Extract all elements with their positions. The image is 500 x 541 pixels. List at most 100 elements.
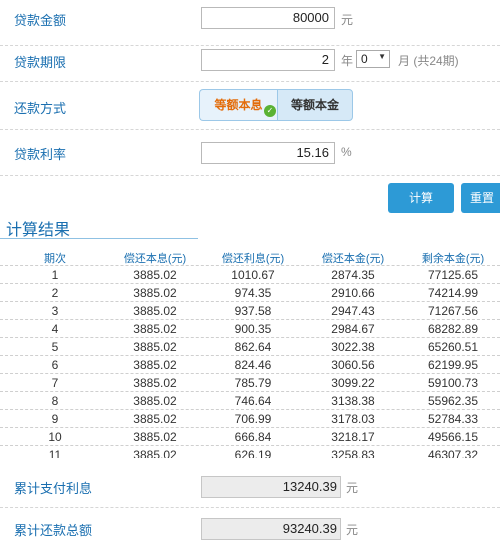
method-equal-principal-label: 等额本金 [290, 98, 339, 112]
cell-remaining: 55962.35 [427, 394, 479, 408]
cell-remaining: 68282.89 [427, 322, 479, 336]
cell-interest: 1010.67 [231, 268, 275, 282]
cell-period: 2 [51, 286, 59, 300]
header-remaining: 剩余本金(元) [421, 253, 485, 265]
cell-interest: 706.99 [234, 412, 272, 426]
check-icon: ✓ [264, 105, 276, 117]
cell-interest: 937.58 [234, 304, 272, 318]
cell-interest: 900.35 [234, 322, 272, 336]
cell-principal: 3178.03 [331, 412, 375, 426]
cell-period: 10 [48, 430, 62, 444]
table-row: 3 3885.02 937.58 2947.43 71267.56 [0, 302, 500, 320]
header-interest: 偿还利息(元) [221, 253, 285, 265]
cell-principal: 2910.66 [331, 286, 375, 300]
cell-principal: 3022.38 [331, 340, 375, 354]
reset-button[interactable]: 重置 [461, 183, 500, 213]
total-repayment-unit: 元 [346, 523, 359, 537]
total-interest-label: 累计支付利息 [14, 481, 93, 496]
method-equal-installment-button[interactable]: 等额本息 ✓ [199, 89, 277, 121]
cell-period: 7 [51, 376, 59, 390]
cell-payment: 3885.02 [133, 304, 177, 318]
cell-interest: 974.35 [234, 286, 272, 300]
total-repayment-label: 累计还款总额 [14, 523, 93, 538]
interest-rate-unit: % [341, 145, 352, 159]
results-title: 计算结果 [6, 222, 71, 239]
loan-term-months-select[interactable]: 0 ▼ [356, 50, 390, 68]
cell-principal: 3258.83 [331, 448, 375, 458]
cell-period: 4 [51, 322, 59, 336]
cell-period: 8 [51, 394, 59, 408]
cell-interest: 785.79 [234, 376, 272, 390]
cell-period: 9 [51, 412, 59, 426]
table-row: 8 3885.02 746.64 3138.38 55962.35 [0, 392, 500, 410]
cell-interest: 666.84 [234, 430, 272, 444]
cell-principal: 3218.17 [331, 430, 375, 444]
cell-interest: 746.64 [234, 394, 272, 408]
cell-principal: 2874.35 [331, 268, 375, 282]
table-row: 6 3885.02 824.46 3060.56 62199.95 [0, 356, 500, 374]
cell-principal: 2947.43 [331, 304, 375, 318]
cell-payment: 3885.02 [133, 286, 177, 300]
table-row: 9 3885.02 706.99 3178.03 52784.33 [0, 410, 500, 428]
cell-principal: 2984.67 [331, 322, 375, 336]
cell-period: 5 [51, 340, 59, 354]
header-period: 期次 [44, 253, 66, 265]
results-title-underline [0, 238, 198, 239]
cell-interest: 824.46 [234, 358, 272, 372]
method-equal-principal-button[interactable]: 等额本金 [277, 89, 353, 121]
results-table-body[interactable]: 1 3885.02 1010.67 2874.35 77125.65 2 388… [0, 266, 500, 458]
table-row: 4 3885.02 900.35 2984.67 68282.89 [0, 320, 500, 338]
total-interest-unit: 元 [346, 481, 359, 495]
cell-principal: 3138.38 [331, 394, 375, 408]
cell-payment: 3885.02 [133, 340, 177, 354]
cell-period: 11 [48, 448, 62, 458]
calculate-button[interactable]: 计算 [388, 183, 454, 213]
cell-remaining: 71267.56 [427, 304, 479, 318]
table-row: 1 3885.02 1010.67 2874.35 77125.65 [0, 266, 500, 284]
header-payment: 偿还本息(元) [123, 253, 187, 265]
table-row: 11 3885.02 626.19 3258.83 46307.32 [0, 446, 500, 458]
cell-period: 3 [51, 304, 59, 318]
interest-rate-row: 贷款利率 15.16 % [0, 130, 500, 176]
loan-amount-unit: 元 [341, 13, 354, 27]
cell-payment: 3885.02 [133, 322, 177, 336]
cell-payment: 3885.02 [133, 412, 177, 426]
loan-term-label: 贷款期限 [14, 55, 67, 70]
cell-period: 6 [51, 358, 59, 372]
cell-payment: 3885.02 [133, 376, 177, 390]
total-interest-value: 13240.39 [201, 476, 341, 498]
interest-rate-input[interactable]: 15.16 [201, 142, 335, 164]
cell-interest: 862.64 [234, 340, 272, 354]
cell-payment: 3885.02 [133, 394, 177, 408]
cell-principal: 3060.56 [331, 358, 375, 372]
table-row: 2 3885.02 974.35 2910.66 74214.99 [0, 284, 500, 302]
cell-remaining: 74214.99 [427, 286, 479, 300]
cell-remaining: 59100.73 [427, 376, 479, 390]
cell-payment: 3885.02 [133, 430, 177, 444]
loan-term-row: 贷款期限 2 年 0 ▼ 月 (共24期) [0, 36, 500, 82]
chevron-down-icon: ▼ [378, 52, 386, 61]
cell-remaining: 65260.51 [427, 340, 479, 354]
cell-remaining: 77125.65 [427, 268, 479, 282]
loan-term-years-input[interactable]: 2 [201, 49, 335, 71]
total-repayment-row: 累计还款总额 93240.39 元 [0, 508, 500, 541]
cell-payment: 3885.02 [133, 268, 177, 282]
method-equal-installment-label: 等额本息 [214, 98, 263, 112]
cell-remaining: 46307.32 [427, 448, 479, 458]
loan-amount-input[interactable]: 80000 [201, 7, 335, 29]
cell-remaining: 49566.15 [427, 430, 479, 444]
table-row: 10 3885.02 666.84 3218.17 49566.15 [0, 428, 500, 446]
cell-payment: 3885.02 [133, 448, 177, 458]
header-principal: 偿还本金(元) [321, 253, 385, 265]
table-row: 7 3885.02 785.79 3099.22 59100.73 [0, 374, 500, 392]
cell-remaining: 52784.33 [427, 412, 479, 426]
table-row: 5 3885.02 862.64 3022.38 65260.51 [0, 338, 500, 356]
cell-period: 1 [51, 268, 59, 282]
results-table-header: 期次 偿还本息(元) 偿还利息(元) 偿还本金(元) 剩余本金(元) [0, 248, 500, 266]
interest-rate-label: 贷款利率 [14, 147, 67, 162]
loan-term-months-value: 0 [361, 52, 368, 66]
loan-amount-label: 贷款金额 [14, 13, 67, 28]
loan-term-year-unit: 年 [341, 54, 354, 68]
cell-payment: 3885.02 [133, 358, 177, 372]
total-repayment-value: 93240.39 [201, 518, 341, 540]
